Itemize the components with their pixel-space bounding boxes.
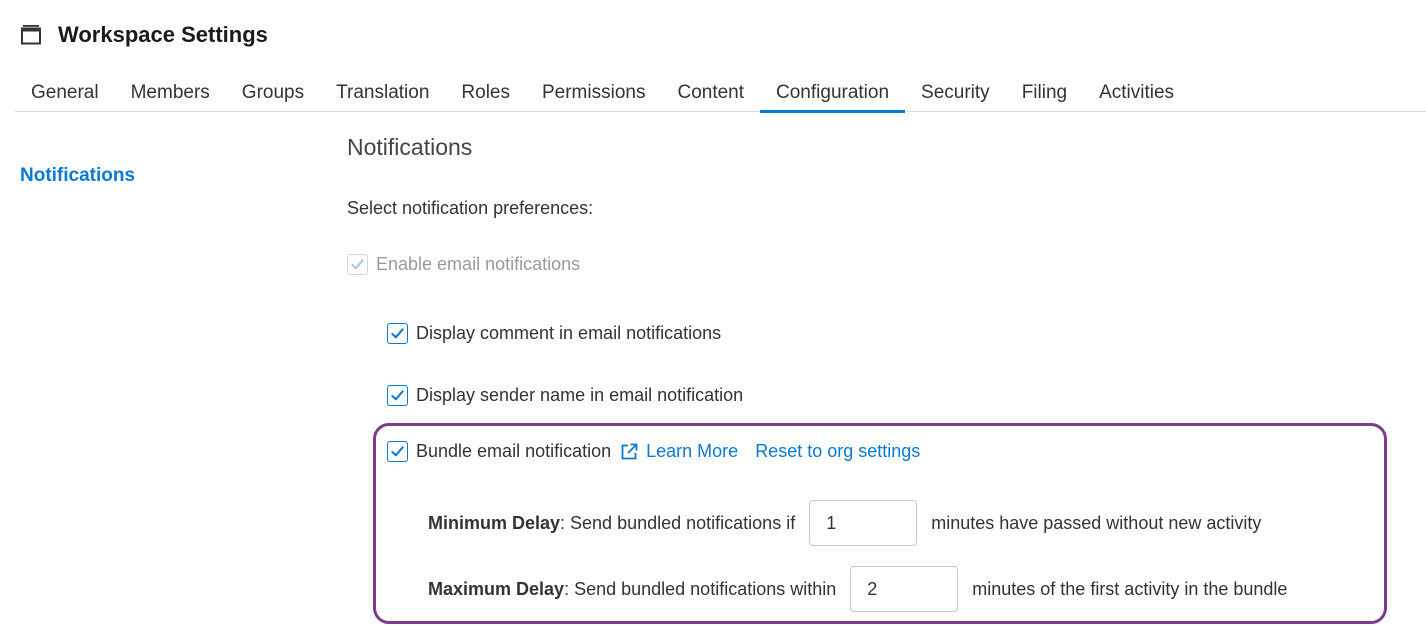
minimum-delay-label: Minimum Delay xyxy=(428,512,561,533)
bundle-email-row: Bundle email notification Learn More Res… xyxy=(387,441,920,462)
preferences-label: Select notification preferences: xyxy=(347,198,594,218)
enable-email-checkbox[interactable] xyxy=(347,254,368,275)
tab-translation[interactable]: Translation xyxy=(320,76,445,112)
minimum-delay-prefix: : Send bundled notifications if xyxy=(560,512,796,533)
tab-activities[interactable]: Activities xyxy=(1083,76,1190,112)
tab-configuration[interactable]: Configuration xyxy=(760,76,906,113)
workspace-icon xyxy=(20,24,42,46)
check-icon xyxy=(391,390,404,401)
minimum-delay-row: Minimum Delay : Send bundled notificatio… xyxy=(428,500,1261,546)
tab-bar: General Members Groups Translation Roles… xyxy=(15,76,1426,113)
display-sender-row: Display sender name in email notificatio… xyxy=(387,385,743,406)
display-comment-checkbox[interactable] xyxy=(387,323,408,344)
check-icon xyxy=(351,259,364,270)
maximum-delay-label: Maximum Delay xyxy=(428,578,565,599)
bundle-email-checkbox[interactable] xyxy=(387,441,408,462)
check-icon xyxy=(391,446,404,457)
minimum-delay-input[interactable] xyxy=(809,500,918,546)
page-title: Workspace Settings xyxy=(58,22,268,47)
display-comment-label: Display comment in email notifications xyxy=(416,323,722,343)
external-link-icon[interactable] xyxy=(619,442,639,462)
tab-general[interactable]: General xyxy=(15,76,115,112)
maximum-delay-input[interactable] xyxy=(850,566,959,612)
minimum-delay-suffix: minutes have passed without new activity xyxy=(931,512,1262,533)
tab-security[interactable]: Security xyxy=(905,76,1006,112)
bundle-email-label: Bundle email notification xyxy=(416,441,612,461)
display-sender-checkbox[interactable] xyxy=(387,385,408,406)
tab-permissions[interactable]: Permissions xyxy=(526,76,661,112)
tab-groups[interactable]: Groups xyxy=(226,76,320,112)
tab-content[interactable]: Content xyxy=(661,76,760,112)
tab-members[interactable]: Members xyxy=(115,76,226,112)
sidebar: Notifications xyxy=(20,165,135,187)
section-title: Notifications xyxy=(347,134,473,160)
tab-filing[interactable]: Filing xyxy=(1006,76,1083,112)
tab-roles[interactable]: Roles xyxy=(445,76,526,112)
check-icon xyxy=(391,328,404,339)
display-comment-row: Display comment in email notifications xyxy=(387,323,721,344)
learn-more-link[interactable]: Learn More xyxy=(646,441,738,462)
maximum-delay-prefix: : Send bundled notifications within xyxy=(564,578,837,599)
enable-email-row: Enable email notifications xyxy=(347,254,580,275)
maximum-delay-row: Maximum Delay : Send bundled notificatio… xyxy=(428,566,1287,612)
reset-to-org-settings-link[interactable]: Reset to org settings xyxy=(755,441,920,462)
sidebar-item-notifications[interactable]: Notifications xyxy=(20,165,135,187)
maximum-delay-suffix: minutes of the first activity in the bun… xyxy=(972,578,1288,599)
enable-email-label: Enable email notifications xyxy=(376,254,581,274)
page-header: Workspace Settings xyxy=(20,18,268,52)
display-sender-label: Display sender name in email notificatio… xyxy=(416,385,744,405)
